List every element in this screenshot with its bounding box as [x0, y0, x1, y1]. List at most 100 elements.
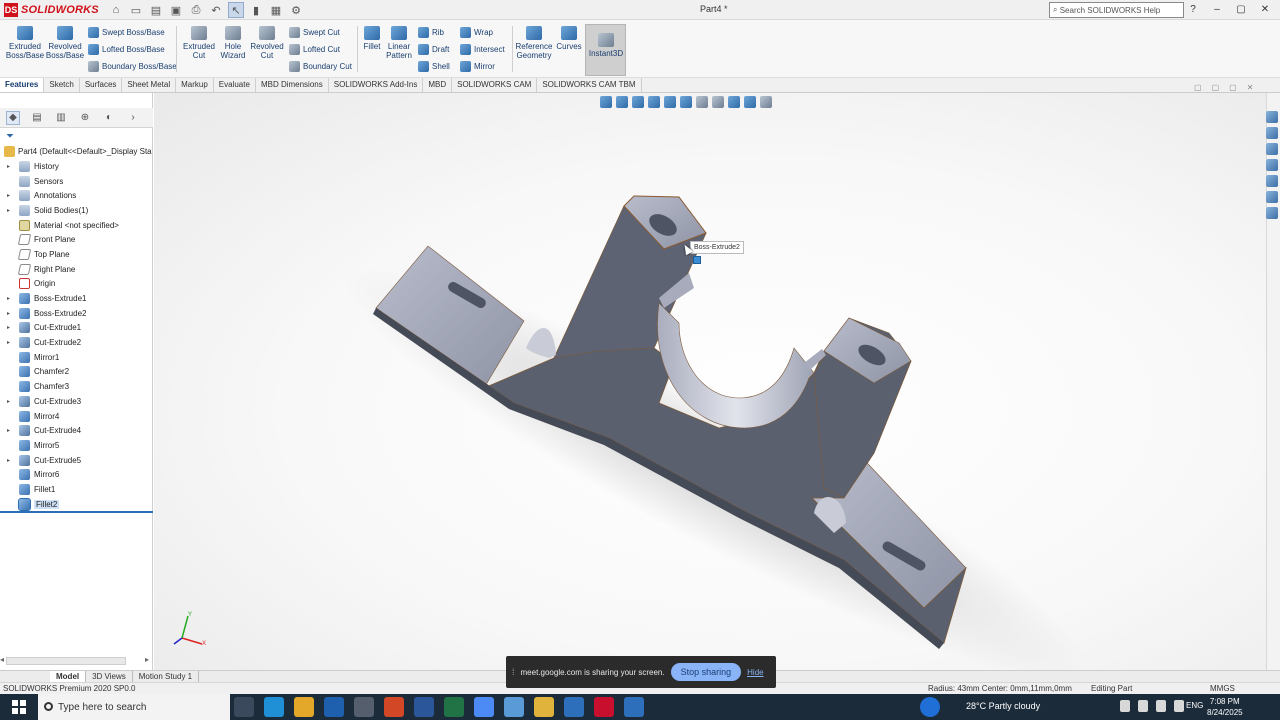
instant3d-button[interactable]: Instant3D — [585, 24, 626, 76]
tab-motion-study[interactable]: Motion Study 1 — [133, 671, 200, 682]
dropbox-icon[interactable] — [324, 697, 344, 717]
tab-markup[interactable]: Markup — [176, 78, 214, 92]
appearances-icon[interactable] — [1266, 175, 1278, 187]
expand-arrow-icon[interactable]: ▸ — [7, 427, 10, 434]
new-document-icon[interactable]: ▭ — [128, 2, 144, 18]
language-indicator[interactable]: ENG — [1186, 701, 1203, 710]
swept-cut-button[interactable]: Swept Cut — [289, 27, 340, 38]
view-palette-icon[interactable] — [1266, 159, 1278, 171]
tree-item[interactable]: ▸ Cut-Extrude1 — [0, 321, 153, 336]
options-gear-icon[interactable]: ⚙ — [288, 2, 304, 18]
chrome-alt-icon[interactable] — [534, 697, 554, 717]
tree-item[interactable]: Mirror4 — [0, 409, 153, 424]
tree-item[interactable]: Top Plane — [0, 247, 153, 262]
fillet-button[interactable]: Fillet — [360, 26, 384, 51]
feature-manager-tab-icon[interactable]: ◆ — [6, 110, 20, 125]
calculator-icon[interactable] — [354, 697, 374, 717]
powerpoint-icon[interactable] — [384, 697, 404, 717]
viewport-close-icon[interactable]: ✕ — [1247, 83, 1254, 92]
select-cursor-icon[interactable]: ↖ — [228, 2, 244, 18]
tree-item[interactable]: Right Plane — [0, 262, 153, 277]
app-window-icon[interactable] — [564, 697, 584, 717]
revolved-cut-button[interactable]: Revolved Cut — [249, 26, 285, 60]
tab-sheet-metal[interactable]: Sheet Metal — [122, 78, 177, 92]
revolved-boss-button[interactable]: Revolved Boss/Base — [46, 26, 84, 60]
tree-item[interactable]: Material <not specified> — [0, 218, 153, 233]
tree-item[interactable]: ▸ History — [0, 159, 153, 174]
tree-item[interactable]: Mirror5 — [0, 438, 153, 453]
print-icon[interactable]: ⎙ — [188, 2, 204, 18]
graphics-area[interactable]: X Y — [154, 93, 1266, 670]
draft-button[interactable]: Draft — [418, 44, 449, 55]
volume-icon[interactable] — [1174, 700, 1184, 712]
edge-browser-icon[interactable] — [264, 697, 284, 717]
expand-arrow-icon[interactable]: ▸ — [7, 457, 10, 464]
property-manager-tab-icon[interactable]: ▤ — [30, 111, 44, 125]
custom-properties-icon[interactable] — [1266, 191, 1278, 203]
shell-button[interactable]: Shell — [418, 61, 450, 72]
windows-start-icon[interactable] — [12, 700, 26, 714]
tree-item[interactable]: Fillet2 — [0, 497, 153, 512]
rib-button[interactable]: Rib — [418, 27, 444, 38]
expand-arrow-icon[interactable]: ▸ — [7, 192, 10, 199]
swept-boss-button[interactable]: Swept Boss/Base — [88, 27, 165, 38]
tree-item[interactable]: Origin — [0, 277, 153, 292]
more-tabs-chevron-icon[interactable]: › — [126, 111, 140, 125]
home-icon[interactable]: ⌂ — [108, 2, 124, 18]
horizontal-scrollbar[interactable] — [6, 657, 126, 665]
expand-arrow-icon[interactable]: ▸ — [7, 398, 10, 405]
task-view-icon[interactable] — [234, 697, 254, 717]
tab-mbd-dimensions[interactable]: MBD Dimensions — [256, 78, 329, 92]
tab-cam[interactable]: SOLIDWORKS CAM — [452, 78, 538, 92]
tree-root[interactable]: Part4 (Default<<Default>_Display Sta — [4, 146, 152, 157]
scroll-left-icon[interactable]: ◂ — [0, 655, 4, 664]
context-toolbar-icon[interactable] — [693, 256, 701, 264]
tab-surfaces[interactable]: Surfaces — [80, 78, 123, 92]
file-properties-icon[interactable]: ▦ — [268, 2, 284, 18]
viewport-maximize-icon[interactable]: ▢ — [1229, 83, 1237, 92]
tree-item[interactable]: Fillet1 — [0, 482, 153, 497]
lofted-cut-button[interactable]: Lofted Cut — [289, 44, 340, 55]
chrome-icon[interactable] — [474, 697, 494, 717]
expand-arrow-icon[interactable]: ▸ — [7, 339, 10, 346]
wrap-button[interactable]: Wrap — [460, 27, 493, 38]
filter-icon[interactable]: ⏷ — [6, 131, 14, 142]
configuration-manager-tab-icon[interactable]: ▥ — [54, 111, 68, 125]
tree-item[interactable]: Chamfer2 — [0, 365, 153, 380]
tree-item[interactable]: Chamfer3 — [0, 379, 153, 394]
tab-sketch[interactable]: Sketch — [44, 78, 80, 92]
tree-item[interactable]: ▸ Boss-Extrude1 — [0, 291, 153, 306]
part-model[interactable] — [154, 93, 1266, 670]
tree-item[interactable]: ▸ Solid Bodies(1) — [0, 203, 153, 218]
tree-item[interactable]: Sensors — [0, 174, 153, 189]
extruded-boss-button[interactable]: Extruded Boss/Base — [6, 26, 44, 60]
linear-pattern-button[interactable]: Linear Pattern — [385, 26, 413, 60]
stop-sharing-button[interactable]: Stop sharing — [670, 663, 742, 681]
save-icon[interactable]: ▣ — [168, 2, 184, 18]
clock[interactable]: 7:08 PM 8/24/2025 — [1207, 696, 1243, 718]
tree-item[interactable]: ▸ Cut-Extrude2 — [0, 335, 153, 350]
minimize-icon[interactable]: – — [1210, 2, 1224, 16]
help-assistant-icon[interactable] — [920, 697, 940, 717]
scroll-right-icon[interactable]: ▸ — [145, 655, 149, 664]
expand-arrow-icon[interactable]: ▸ — [7, 295, 10, 302]
expand-arrow-icon[interactable]: ▸ — [7, 324, 10, 331]
dimxpert-tab-icon[interactable]: ⊕ — [78, 111, 92, 125]
remote-desktop-icon[interactable] — [624, 697, 644, 717]
boundary-cut-button[interactable]: Boundary Cut — [289, 61, 352, 72]
hide-link[interactable]: Hide — [747, 668, 763, 677]
viewport-tile-icon[interactable]: ▢ — [1212, 83, 1220, 92]
tree-item[interactable]: ▸ Annotations — [0, 188, 153, 203]
battery-icon[interactable] — [1138, 700, 1148, 712]
weather-widget[interactable]: 28°C Partly cloudy — [966, 701, 1040, 711]
help-icon[interactable]: ? — [1186, 2, 1200, 16]
tab-evaluate[interactable]: Evaluate — [214, 78, 256, 92]
tray-expand-icon[interactable] — [1120, 700, 1130, 712]
tab-features[interactable]: Features — [0, 78, 45, 92]
reference-geometry-button[interactable]: Reference Geometry — [515, 26, 553, 60]
tab-mbd[interactable]: MBD — [423, 78, 453, 92]
extruded-cut-button[interactable]: Extruded Cut — [181, 26, 217, 60]
solidworks-taskbar-icon[interactable] — [594, 697, 614, 717]
tree-item[interactable]: ▸ Boss-Extrude2 — [0, 306, 153, 321]
drag-handle-icon[interactable]: ⁞ — [512, 667, 515, 677]
